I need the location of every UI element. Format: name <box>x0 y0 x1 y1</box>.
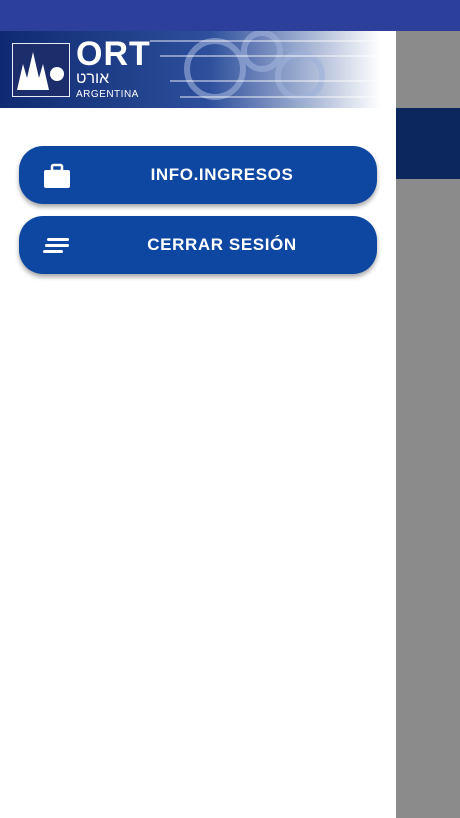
menu-item-label: CERRAR SESIÓN <box>147 235 297 254</box>
navigation-drawer: ORT אורט ARGENTINA INFO.INGRESOS CERRAR … <box>0 31 396 818</box>
sort-lines-icon <box>43 238 69 253</box>
drawer-header: ORT אורט ARGENTINA <box>0 31 396 108</box>
ort-logo-text: ORT אורט ARGENTINA <box>76 37 151 100</box>
status-bar <box>0 0 460 31</box>
ort-logo-emblem <box>12 43 70 97</box>
menu-item-label: INFO.INGRESOS <box>150 165 294 184</box>
logo-ort-text: ORT <box>76 35 151 73</box>
logo-country-text: ARGENTINA <box>76 89 139 100</box>
briefcase-icon <box>44 163 70 188</box>
logo-hebrew-text: אורט <box>76 70 110 87</box>
menu-item-cerrar-sesion[interactable]: CERRAR SESIÓN <box>19 216 377 274</box>
menu-item-info-ingresos[interactable]: INFO.INGRESOS <box>19 146 377 204</box>
app-toolbar-behind <box>396 108 460 179</box>
